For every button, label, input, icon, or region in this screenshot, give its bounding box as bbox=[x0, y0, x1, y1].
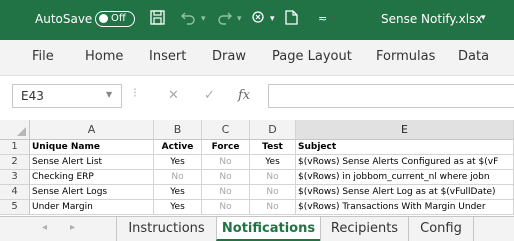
menu-page-layout[interactable]: Page Layout bbox=[272, 49, 352, 64]
tab-recipients[interactable]: Recipients bbox=[320, 217, 408, 241]
redo-dropdown-icon[interactable]: ▾ bbox=[237, 14, 242, 24]
cell-d2[interactable]: Yes bbox=[250, 155, 296, 170]
undo-dropdown-icon[interactable]: ▾ bbox=[201, 14, 206, 24]
chevron-down-icon[interactable]: ▼ bbox=[106, 90, 112, 99]
touch-mode-icon[interactable] bbox=[251, 10, 266, 29]
cell-b5[interactable]: Yes bbox=[154, 200, 202, 215]
row-header-5[interactable]: 5 bbox=[0, 200, 30, 215]
cell-a1[interactable]: Unique Name bbox=[30, 140, 154, 155]
name-box[interactable]: E43 ▼ bbox=[12, 84, 122, 108]
name-box-value: E43 bbox=[21, 89, 44, 103]
cell-e3[interactable]: $(vRows) in jobbom_current_nl where jobn bbox=[296, 170, 514, 185]
worksheet-grid: A B C D E 1 2 3 4 5 Unique Name Active F… bbox=[0, 120, 514, 216]
menu-draw[interactable]: Draw bbox=[212, 49, 246, 64]
column-header-a[interactable]: A bbox=[30, 120, 154, 140]
select-all-corner[interactable] bbox=[0, 120, 30, 140]
ribbon-tabs: File Home Insert Draw Page Layout Formul… bbox=[0, 40, 514, 76]
scroll-tabs-right-icon[interactable]: ▸ bbox=[70, 222, 75, 233]
tab-instructions[interactable]: Instructions bbox=[116, 217, 216, 241]
cell-e2[interactable]: $(vRows) Sense Alerts Configured as at $… bbox=[296, 155, 514, 170]
menu-home[interactable]: Home bbox=[85, 49, 123, 64]
column-header-c[interactable]: C bbox=[202, 120, 250, 140]
row-header-4[interactable]: 4 bbox=[0, 185, 30, 200]
autosave-label: AutoSave bbox=[35, 12, 93, 26]
formula-input[interactable] bbox=[268, 84, 514, 108]
autosave-toggle[interactable]: Off bbox=[95, 11, 135, 27]
title-bar: AutoSave Off ▾ ▾ ▾ ≂ Sense Notify.xlsx ▾ bbox=[0, 0, 514, 40]
menu-data[interactable]: Data bbox=[458, 49, 489, 64]
autosave-state: Off bbox=[111, 13, 126, 24]
cell-e5[interactable]: $(vRows) Transactions With Margin Under bbox=[296, 200, 514, 215]
cell-e1[interactable]: Subject bbox=[296, 140, 514, 155]
cell-a2[interactable]: Sense Alert List bbox=[30, 155, 154, 170]
undo-icon[interactable] bbox=[180, 10, 196, 29]
customize-qat-icon[interactable]: ≂ bbox=[318, 12, 327, 25]
touch-dropdown-icon[interactable]: ▾ bbox=[270, 14, 275, 24]
cell-c2[interactable]: No bbox=[202, 155, 250, 170]
tab-notifications[interactable]: Notifications bbox=[216, 217, 320, 241]
row-header-1[interactable]: 1 bbox=[0, 140, 30, 155]
sheet-tab-bar: ◂ ▸ Instructions Notifications Recipient… bbox=[0, 216, 514, 241]
cell-e4[interactable]: $(vRows) Sense Alert Log as at $(vFullDa… bbox=[296, 185, 514, 200]
filename-dropdown-icon[interactable]: ▾ bbox=[481, 13, 486, 23]
menu-file[interactable]: File bbox=[32, 49, 54, 64]
tab-config[interactable]: Config bbox=[408, 217, 474, 241]
row-header-3[interactable]: 3 bbox=[0, 170, 30, 185]
cell-b2[interactable]: Yes bbox=[154, 155, 202, 170]
menu-insert[interactable]: Insert bbox=[149, 49, 186, 64]
cell-a4[interactable]: Sense Alert Logs bbox=[30, 185, 154, 200]
cell-c3[interactable]: No bbox=[202, 170, 250, 185]
cell-c1[interactable]: Force bbox=[202, 140, 250, 155]
save-icon[interactable] bbox=[150, 10, 165, 29]
redo-icon[interactable] bbox=[217, 10, 233, 29]
file-name[interactable]: Sense Notify.xlsx bbox=[381, 12, 482, 26]
column-header-e[interactable]: E bbox=[296, 120, 514, 140]
menu-formulas[interactable]: Formulas bbox=[376, 49, 435, 64]
cell-a3[interactable]: Checking ERP bbox=[30, 170, 154, 185]
cell-d3[interactable]: No bbox=[250, 170, 296, 185]
enter-icon[interactable]: ✓ bbox=[204, 88, 215, 103]
scroll-tabs-left-icon[interactable]: ◂ bbox=[42, 222, 47, 233]
cell-a5[interactable]: Under Margin bbox=[30, 200, 154, 215]
new-file-icon[interactable] bbox=[285, 10, 298, 29]
column-header-b[interactable]: B bbox=[154, 120, 202, 140]
insert-function-icon[interactable]: fx bbox=[238, 88, 250, 103]
row-header-2[interactable]: 2 bbox=[0, 155, 30, 170]
cell-d1[interactable]: Test bbox=[250, 140, 296, 155]
cell-c4[interactable]: No bbox=[202, 185, 250, 200]
more-options-icon: ⁝ bbox=[133, 86, 138, 101]
cell-c5[interactable]: No bbox=[202, 200, 250, 215]
cell-b4[interactable]: Yes bbox=[154, 185, 202, 200]
cell-b1[interactable]: Active bbox=[154, 140, 202, 155]
toggle-knob bbox=[99, 14, 108, 23]
cancel-icon[interactable]: ✕ bbox=[168, 88, 179, 103]
select-all-triangle-icon bbox=[17, 127, 26, 136]
column-header-d[interactable]: D bbox=[250, 120, 296, 140]
cell-b3[interactable]: No bbox=[154, 170, 202, 185]
cell-d5[interactable]: No bbox=[250, 200, 296, 215]
cell-d4[interactable]: No bbox=[250, 185, 296, 200]
